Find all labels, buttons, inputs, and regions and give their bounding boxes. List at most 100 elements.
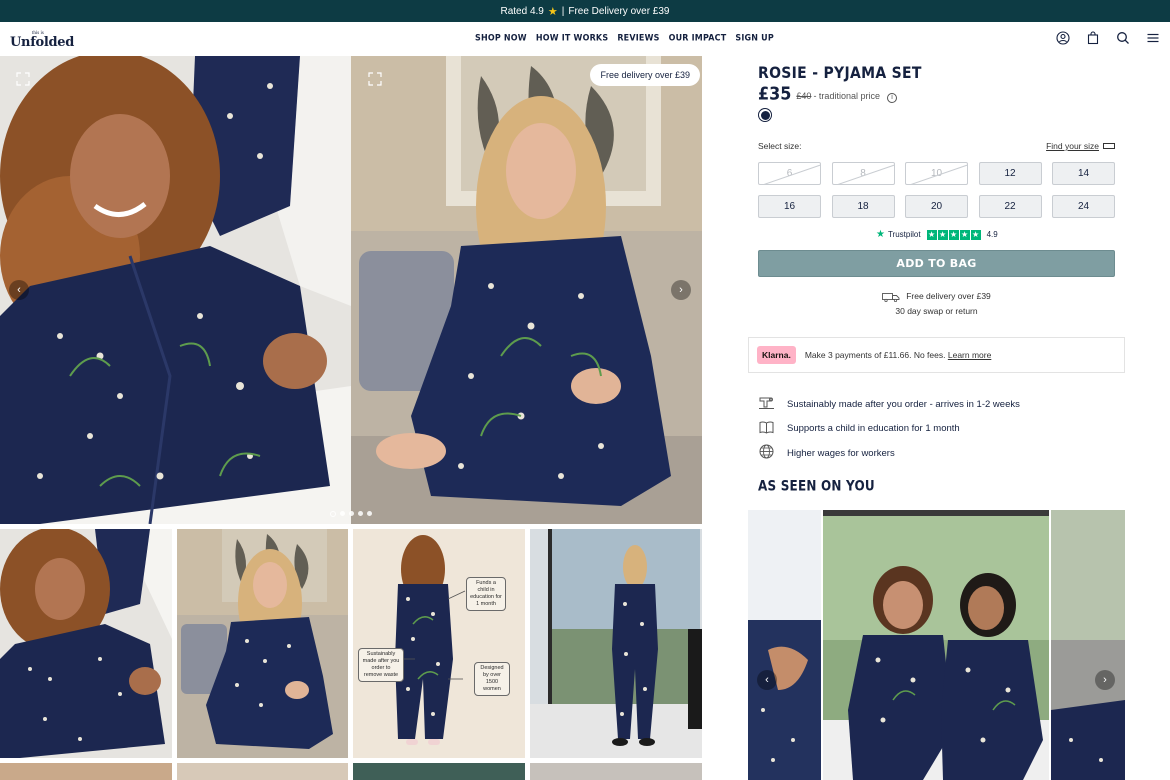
gallery-dot[interactable] xyxy=(367,511,372,516)
feature-text: Sustainably made after you order - arriv… xyxy=(787,398,1020,410)
product-title: ROSIE - PYJAMA SET xyxy=(758,64,922,83)
thumbnail-window[interactable] xyxy=(530,529,702,758)
thumbnail-lying[interactable] xyxy=(0,529,172,758)
size-option-6[interactable]: 6 xyxy=(758,162,821,185)
thumbnail[interactable] xyxy=(530,763,702,780)
bag-icon[interactable] xyxy=(1086,31,1100,45)
size-option-12[interactable]: 12 xyxy=(978,162,1042,185)
as-seen-on-you-heading: AS SEEN ON YOU xyxy=(758,478,875,495)
ugc-next-button[interactable]: › xyxy=(1095,670,1115,690)
info-icon[interactable]: i xyxy=(886,92,897,103)
star-icon: ★ xyxy=(547,5,558,18)
price: £35 xyxy=(758,83,792,104)
star-icon: ★ xyxy=(970,229,981,240)
size-option-16[interactable]: 16 xyxy=(758,195,821,218)
ugc-carousel[interactable]: ‹ › xyxy=(748,510,1125,780)
nav-sign-up[interactable]: SIGN UP xyxy=(735,32,774,42)
size-option-8[interactable]: 8 xyxy=(831,162,895,185)
klarna-banner: Klarna. Make 3 payments of £11.66. No fe… xyxy=(748,337,1125,373)
select-size-label: Select size: xyxy=(758,141,802,151)
nav-reviews[interactable]: REVIEWS xyxy=(617,32,659,42)
trustpilot-score: 4.9 xyxy=(986,230,998,239)
separator: | xyxy=(561,5,565,17)
swatch-fill xyxy=(760,110,770,120)
gallery-dots xyxy=(330,511,372,517)
nav-our-impact[interactable]: OUR IMPACT xyxy=(669,32,727,42)
feature-text: Higher wages for workers xyxy=(787,447,895,459)
ugc-slide[interactable] xyxy=(748,510,821,780)
thumbnail[interactable] xyxy=(0,763,172,780)
free-delivery-badge: Free delivery over £39 xyxy=(590,64,700,86)
trustpilot-name: Trustpilot xyxy=(887,230,921,239)
feature-item: Supports a child in education for 1 mont… xyxy=(758,417,1020,442)
gallery-dot[interactable] xyxy=(330,511,336,517)
size-option-22[interactable]: 22 xyxy=(978,195,1042,218)
thumbnail[interactable] xyxy=(177,763,348,780)
size-option-18[interactable]: 18 xyxy=(831,195,895,218)
ugc-prev-button[interactable]: ‹ xyxy=(757,670,777,690)
truck-icon xyxy=(882,292,900,303)
expand-icon[interactable] xyxy=(16,72,30,86)
menu-icon[interactable] xyxy=(1146,31,1160,45)
product-photo-sitting[interactable]: Free delivery over £39 › xyxy=(351,56,702,524)
product-gallery[interactable]: ‹ Free delivery over £39 › xyxy=(0,56,702,524)
rating-text: Rated 4.9 xyxy=(500,5,544,17)
find-your-size-label: Find your size xyxy=(1046,141,1099,151)
price-row: £35 £40 - traditional price i xyxy=(758,83,897,104)
thumbnail-features[interactable]: Funds a child in education for 1 month S… xyxy=(353,529,525,758)
add-to-bag-button[interactable]: ADD TO BAG xyxy=(758,250,1115,277)
expand-icon[interactable] xyxy=(368,72,382,86)
gallery-dot[interactable] xyxy=(358,511,363,516)
callout-education: Funds a child in education for 1 month xyxy=(466,577,506,611)
gallery-dot[interactable] xyxy=(349,511,354,516)
ugc-slide[interactable] xyxy=(1051,510,1125,780)
globe-icon xyxy=(758,443,775,463)
star-icon: ★ xyxy=(926,229,937,240)
main-nav: SHOP NOW HOW IT WORKS REVIEWS OUR IMPACT… xyxy=(475,32,774,42)
ruler-icon xyxy=(1103,143,1115,149)
free-delivery-line: Free delivery over £39 xyxy=(906,291,991,301)
header-icons xyxy=(1056,31,1160,45)
search-icon[interactable] xyxy=(1116,31,1130,45)
color-swatch-navy[interactable] xyxy=(758,108,772,122)
klarna-text: Make 3 payments of £11.66. No fees. xyxy=(804,350,946,360)
size-option-20[interactable]: 20 xyxy=(905,195,968,218)
swap-return-line: 30 day swap or return xyxy=(895,306,978,316)
trustpilot-rating[interactable]: ★ Trustpilot ★ ★ ★ ★ ★ 4.9 xyxy=(876,229,998,240)
trustpilot-logo-icon: ★ xyxy=(876,229,885,240)
callout-designed: Designed by over 1500 women xyxy=(474,662,510,696)
size-selector: 6 8 10 12 14 16 18 20 22 24 xyxy=(758,162,1115,218)
size-option-24[interactable]: 24 xyxy=(1052,195,1115,218)
feature-list: Sustainably made after you order - arriv… xyxy=(758,392,1020,466)
nav-shop-now[interactable]: SHOP NOW xyxy=(475,32,527,42)
gallery-next-button[interactable]: › xyxy=(671,280,691,300)
logo-wordmark: Unfolded xyxy=(10,35,75,50)
callout-sustainable: Sustainably made after you order to remo… xyxy=(358,648,404,682)
gallery-dot[interactable] xyxy=(340,511,345,516)
ugc-slide[interactable] xyxy=(823,510,1049,780)
feature-item: Sustainably made after you order - arriv… xyxy=(758,392,1020,417)
klarna-learn-more-link[interactable]: Learn more xyxy=(948,350,991,360)
feature-item: Higher wages for workers xyxy=(758,441,1020,466)
was-price: £40 xyxy=(796,91,812,101)
book-icon xyxy=(758,419,775,439)
site-header: this is Unfolded SHOP NOW HOW IT WORKS R… xyxy=(0,22,1170,56)
nav-how-it-works[interactable]: HOW IT WORKS xyxy=(536,32,608,42)
product-photo-lying[interactable]: ‹ xyxy=(0,56,351,524)
gallery-prev-button[interactable]: ‹ xyxy=(9,280,29,300)
thumbnail[interactable] xyxy=(353,763,525,780)
gallery-thumbnails: Funds a child in education for 1 month S… xyxy=(0,529,702,780)
sewing-machine-icon xyxy=(758,394,775,414)
thumbnail-sitting[interactable] xyxy=(177,529,348,758)
free-delivery-text: Free Delivery over £39 xyxy=(568,5,670,17)
star-icon: ★ xyxy=(959,229,970,240)
traditional-price-label: - traditional price xyxy=(813,91,880,101)
logo[interactable]: this is Unfolded xyxy=(10,26,80,52)
size-option-14[interactable]: 14 xyxy=(1052,162,1115,185)
star-icon: ★ xyxy=(948,229,959,240)
find-your-size-link[interactable]: Find your size xyxy=(1046,141,1115,151)
size-option-10[interactable]: 10 xyxy=(905,162,968,185)
announcement-bar: Rated 4.9 ★ | Free Delivery over £39 xyxy=(0,0,1170,22)
feature-text: Supports a child in education for 1 mont… xyxy=(787,423,960,435)
account-icon[interactable] xyxy=(1056,31,1070,45)
